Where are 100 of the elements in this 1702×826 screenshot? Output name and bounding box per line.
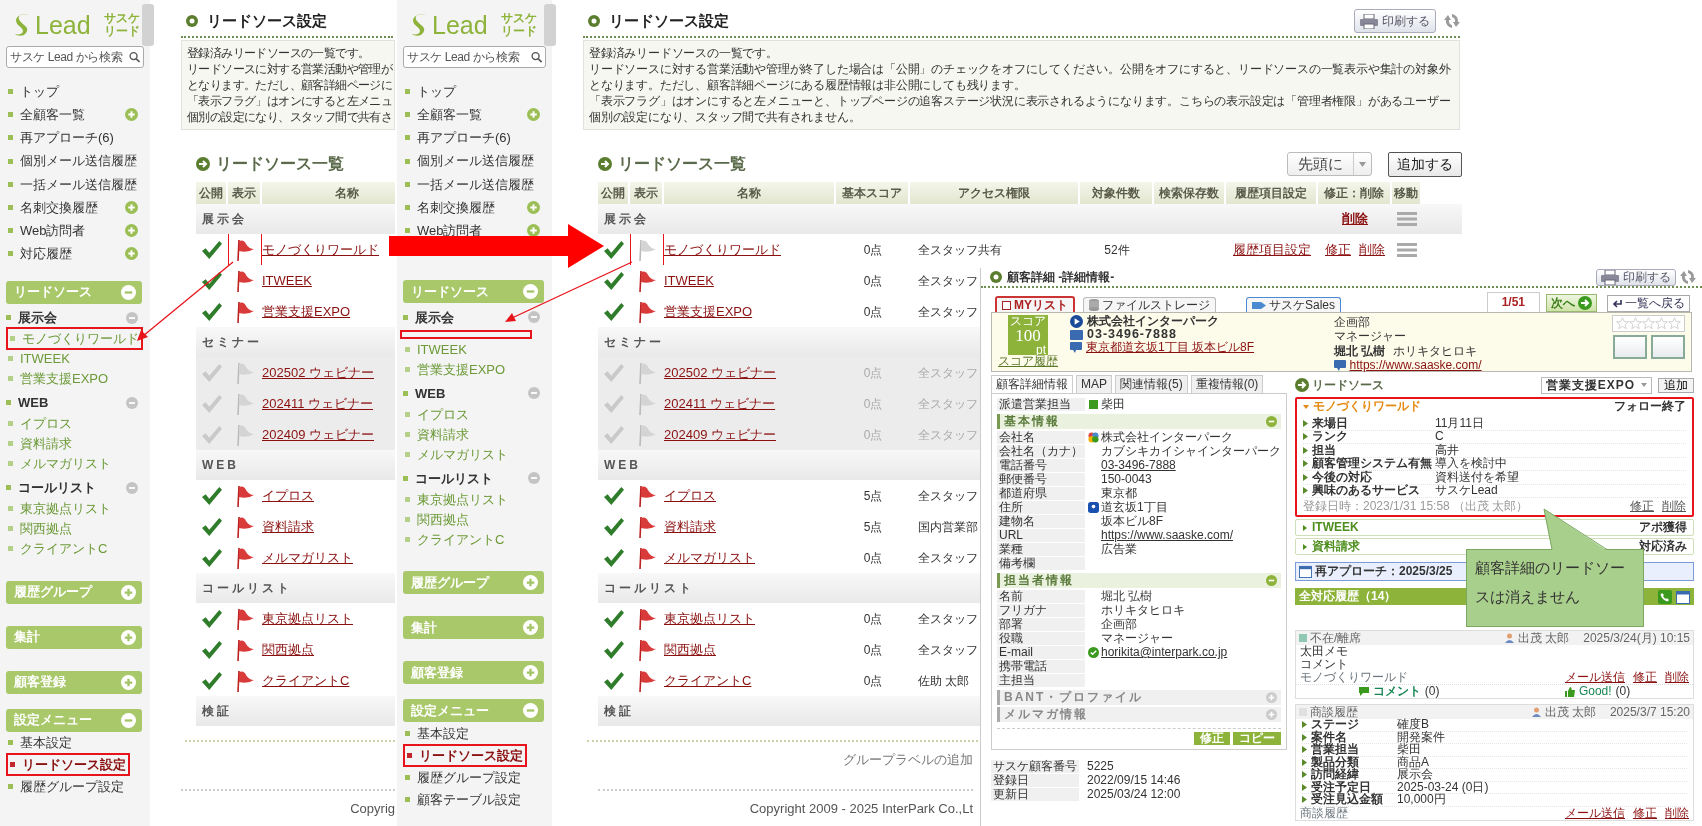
group-label[interactable]: WEB [403, 383, 446, 404]
tab[interactable]: 顧客詳細情報 [991, 375, 1073, 393]
name-link[interactable]: 202411 ウェビナー [262, 393, 374, 414]
drag-handle-icon[interactable] [1397, 241, 1417, 258]
star-icon[interactable] [1655, 317, 1668, 330]
flag-icon[interactable] [235, 514, 255, 539]
flag-icon[interactable] [637, 637, 657, 662]
action-link[interactable]: メール送信 [1565, 806, 1625, 820]
check-icon[interactable] [201, 670, 223, 691]
group-label[interactable]: 展示会 [6, 307, 57, 328]
menu-item[interactable]: リードソース設定 [403, 743, 527, 768]
map-pin-icon[interactable] [1087, 502, 1099, 513]
check-icon[interactable] [603, 362, 625, 383]
menu-item[interactable]: Web訪問者 [6, 220, 88, 241]
flag-icon[interactable] [637, 483, 657, 508]
menu-item[interactable]: リードソース設定 [6, 752, 130, 777]
flag-icon[interactable] [637, 268, 657, 293]
minus-icon[interactable] [121, 712, 136, 728]
check-icon[interactable] [201, 393, 223, 414]
comment-icon[interactable] [1358, 687, 1369, 696]
company-icon[interactable] [1087, 432, 1099, 443]
plus-icon[interactable] [125, 224, 138, 238]
plus-icon[interactable] [527, 201, 540, 215]
caret-down-icon[interactable] [1303, 403, 1309, 410]
check-icon[interactable] [201, 270, 223, 291]
delete-link[interactable]: 削除 [1342, 209, 1368, 229]
tab[interactable]: MYリスト [995, 296, 1075, 312]
drag-handle-icon[interactable] [1397, 211, 1417, 227]
menu-item[interactable]: 履歴グループ設定 [403, 767, 523, 788]
name-link[interactable]: 営業支援EXPO [664, 301, 753, 322]
edit-link[interactable]: 修正 [1325, 239, 1351, 260]
star-icon[interactable] [1616, 317, 1629, 330]
action-link[interactable]: 削除 [1665, 806, 1689, 820]
action-link[interactable]: メール送信 [1565, 671, 1625, 684]
plus-icon[interactable] [125, 201, 138, 215]
back-to-list-button[interactable]: 一覧へ戻る [1607, 295, 1690, 312]
plus-icon[interactable] [523, 665, 538, 681]
flag-icon[interactable] [235, 483, 255, 508]
thumbs-up-icon[interactable] [1564, 686, 1575, 697]
check-icon[interactable] [201, 362, 223, 383]
check-icon[interactable] [603, 301, 625, 322]
name-link[interactable]: 関西拠点 [262, 639, 314, 660]
name-link[interactable]: ITWEEK [262, 270, 312, 291]
print-button[interactable]: 印刷する [1596, 268, 1676, 286]
plus-icon[interactable] [125, 247, 138, 261]
menu-item[interactable]: 名刺交換履歴 [6, 197, 100, 218]
group-label[interactable]: WEB [6, 392, 49, 413]
section-header[interactable]: 基本情報 [997, 414, 1281, 429]
minus-icon[interactable] [126, 311, 138, 324]
tab[interactable]: ファイルストレージ [1083, 297, 1216, 312]
menu-item[interactable]: 個別メール送信履歴 [6, 151, 139, 171]
menu-item[interactable]: 個別メール送信履歴 [403, 151, 536, 171]
refresh-icon[interactable] [1444, 12, 1460, 30]
plus-icon[interactable] [121, 674, 136, 690]
flag-icon[interactable] [235, 668, 255, 693]
check-icon[interactable] [201, 485, 223, 506]
flag-icon[interactable] [637, 299, 657, 324]
minus-icon[interactable] [126, 396, 138, 409]
star-rating[interactable] [1612, 315, 1685, 332]
field-link[interactable]: 03-3496-7888 [1101, 459, 1176, 472]
next-button[interactable]: 次へ [1546, 294, 1597, 312]
tab[interactable]: 重複情報(0) [1190, 375, 1264, 393]
name-link[interactable]: 202502 ウェビナー [664, 362, 776, 383]
menu-item[interactable]: 顧客テーブル設定 [403, 789, 523, 810]
play-icon[interactable] [1070, 315, 1083, 328]
section-header[interactable]: 担当者情報 [997, 573, 1281, 588]
check-icon[interactable] [603, 670, 625, 691]
mail-check-icon[interactable] [1087, 647, 1099, 658]
collapse-handle[interactable] [544, 4, 556, 46]
minus-icon[interactable] [1266, 416, 1277, 427]
check-icon[interactable] [603, 239, 625, 260]
menu-item[interactable]: 全顧客一覧 [6, 105, 87, 125]
minus-icon[interactable] [528, 387, 540, 400]
flag-icon[interactable] [235, 299, 255, 324]
menu-item[interactable]: 基本設定 [403, 723, 471, 744]
check-icon[interactable] [603, 639, 625, 660]
calendar-icon[interactable] [1299, 565, 1312, 578]
flag-icon[interactable] [637, 514, 657, 539]
plus-icon[interactable] [125, 108, 138, 122]
calendar-icon[interactable] [1676, 589, 1690, 604]
check-icon[interactable] [201, 424, 223, 445]
action-link[interactable]: 修正 [1633, 806, 1657, 820]
check-icon[interactable] [603, 516, 625, 537]
check-icon[interactable] [603, 608, 625, 629]
check-icon[interactable] [201, 547, 223, 568]
printer-icon[interactable] [1360, 13, 1378, 29]
minus-icon[interactable] [528, 311, 540, 324]
star-icon[interactable] [1629, 317, 1642, 330]
flag-icon[interactable] [235, 545, 255, 570]
phone-icon[interactable] [1658, 589, 1672, 604]
menu-item[interactable]: 一括メール送信履歴 [6, 174, 139, 195]
name-link[interactable]: 202409 ウェビナー [664, 424, 776, 445]
name-link[interactable]: 関西拠点 [664, 639, 716, 660]
name-link[interactable]: 資料請求 [664, 516, 716, 537]
delete-link[interactable]: 削除 [1359, 239, 1385, 260]
name-link[interactable]: 東京拠点リスト [262, 608, 353, 629]
minus-icon[interactable] [523, 703, 538, 719]
name-link[interactable]: メルマガリスト [262, 547, 353, 568]
score-history-link[interactable]: スコア履歴 [998, 355, 1058, 368]
check-icon[interactable] [201, 516, 223, 537]
